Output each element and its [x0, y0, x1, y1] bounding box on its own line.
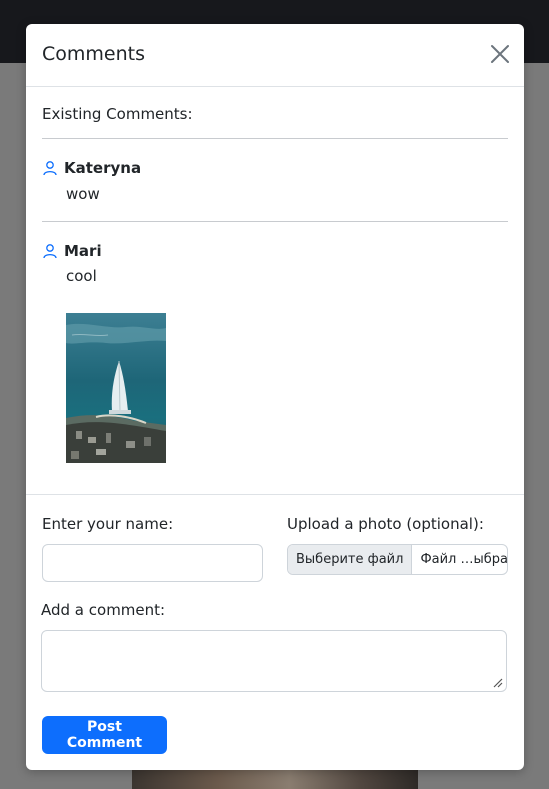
upload-label: Upload a photo (optional):	[287, 515, 484, 533]
name-label: Enter your name:	[42, 515, 174, 533]
resize-grip-icon[interactable]	[493, 678, 503, 688]
post-comment-button[interactable]: Post Comment	[42, 716, 167, 754]
modal-title: Comments	[42, 43, 145, 65]
close-icon[interactable]	[490, 44, 510, 64]
divider	[42, 138, 508, 139]
comment-author-name: Mari	[64, 242, 102, 260]
comment-text: wow	[66, 185, 100, 203]
name-input[interactable]	[42, 544, 263, 582]
comment-label: Add a comment:	[41, 601, 166, 619]
photo-file-input[interactable]: Выберите файл Файл …ыбран	[287, 544, 508, 575]
divider	[42, 221, 508, 222]
file-status: Файл …ыбран	[420, 552, 508, 567]
background-photo	[132, 770, 418, 789]
comment-textarea[interactable]	[41, 630, 507, 692]
comment-author-mari: Mari	[42, 242, 102, 260]
modal-body: Existing Comments: Kateryna wow Mari coo…	[26, 87, 524, 495]
modal-header: Comments	[26, 24, 524, 87]
comments-modal: Comments Existing Comments: Kateryna wow…	[26, 24, 524, 770]
comment-author-kateryna: Kateryna	[42, 159, 141, 177]
choose-file-button[interactable]: Выберите файл	[288, 545, 413, 574]
comment-author-name: Kateryna	[64, 159, 142, 177]
existing-comments-label: Existing Comments:	[42, 105, 193, 123]
comment-photo	[66, 313, 166, 463]
user-icon	[43, 244, 57, 259]
user-icon	[43, 161, 57, 176]
comment-text: cool	[66, 267, 97, 285]
